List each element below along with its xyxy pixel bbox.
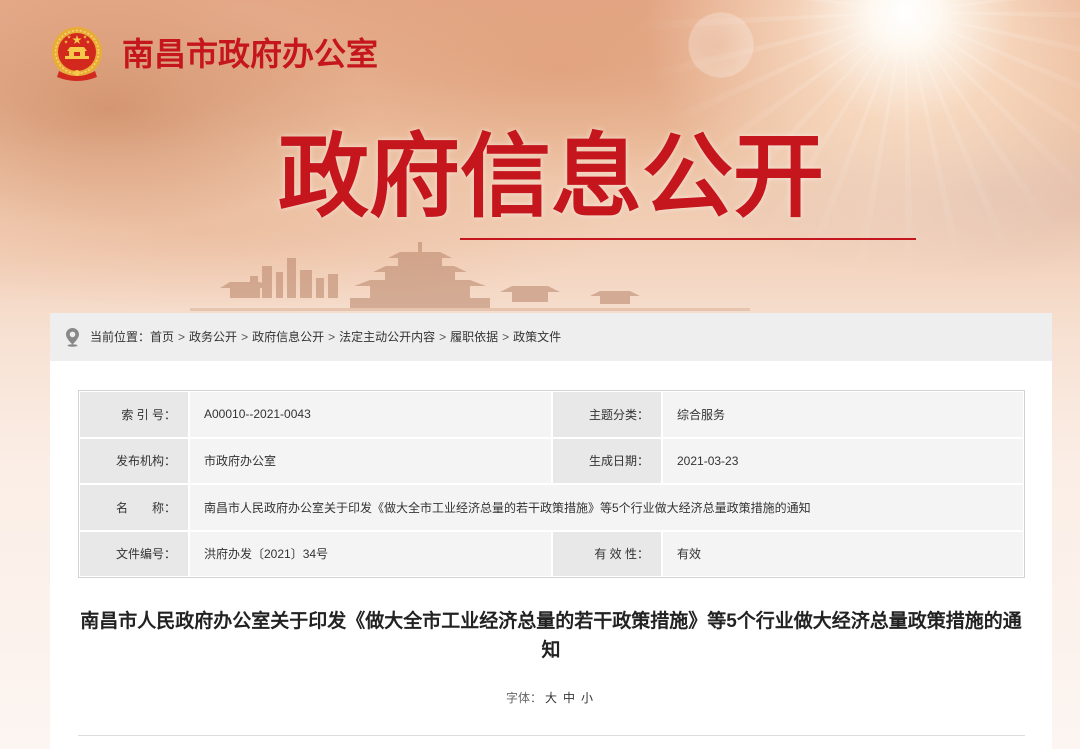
- index-number-label: 索 引 号：: [79, 391, 189, 438]
- publisher-value: 市政府办公室: [189, 437, 552, 484]
- metadata-row: 发布机构： 市政府办公室 生成日期： 2021-03-23: [79, 437, 1024, 484]
- content-panel: 当前位置：首页 > 政务公开 > 政府信息公开 > 法定主动公开内容 > 履职依据 > 政策文件 索…: [50, 313, 1052, 749]
- breadcrumb-separator: >: [328, 330, 336, 344]
- document-number-value: 洪府办发〔2021〕34号: [189, 530, 552, 577]
- breadcrumb-duty-basis[interactable]: 履职依据: [450, 330, 498, 344]
- national-emblem-icon: [52, 27, 102, 81]
- organization-name: 南昌市政府办公室: [122, 36, 379, 72]
- publisher-label: 发布机构：: [79, 437, 189, 484]
- created-date-label: 生成日期：: [552, 437, 662, 484]
- font-size-medium-button[interactable]: 中: [563, 691, 575, 705]
- metadata-row: 文件编号： 洪府办发〔2021〕34号 有 效 性： 有效: [79, 530, 1024, 577]
- lens-flare-decoration: [688, 12, 754, 78]
- article-title: 南昌市人民政府办公室关于印发《做大全市工业经济总量的若干政策措施》等5个行业做大…: [80, 611, 1022, 661]
- breadcrumb-separator: >: [439, 330, 447, 344]
- metadata-grid: 索 引 号： A00010--2021-0043 主题分类： 综合服务 发布机构…: [79, 391, 1024, 577]
- content-divider: [78, 735, 1025, 736]
- document-name-label: 名 称：: [79, 484, 189, 531]
- breadcrumb-info-disclosure[interactable]: 政府信息公开: [252, 330, 324, 344]
- location-pin-icon: [66, 328, 79, 347]
- font-size-large-button[interactable]: 大: [545, 691, 557, 705]
- breadcrumb: 当前位置：首页 > 政务公开 > 政府信息公开 > 法定主动公开内容 > 履职依据 > 政策文件: [50, 313, 1052, 361]
- metadata-row: 索 引 号： A00010--2021-0043 主题分类： 综合服务: [79, 391, 1024, 438]
- breadcrumb-statutory-content[interactable]: 法定主动公开内容: [339, 330, 435, 344]
- breadcrumb-separator: >: [241, 330, 249, 344]
- metadata-row: 名 称： 南昌市人民政府办公室关于印发《做大全市工业经济总量的若干政策措施》等5…: [79, 484, 1024, 531]
- header-logo[interactable]: 南昌市政府办公室: [51, 27, 391, 83]
- index-number-value: A00010--2021-0043: [189, 391, 552, 438]
- created-date-value: 2021-03-23: [662, 437, 1024, 484]
- document-number-label: 文件编号：: [79, 530, 189, 577]
- font-size-switcher: 字体：大中小: [50, 689, 1052, 707]
- breadcrumb-trail: 当前位置：首页 > 政务公开 > 政府信息公开 > 法定主动公开内容 > 履职依据 > 政策文件: [90, 313, 561, 361]
- topic-category-label: 主题分类：: [552, 391, 662, 438]
- breadcrumb-government-affairs[interactable]: 政务公开: [189, 330, 237, 344]
- breadcrumb-home[interactable]: 首页: [150, 330, 174, 344]
- banner-title: 政府信息公开: [278, 127, 825, 228]
- validity-value: 有效: [662, 530, 1024, 577]
- breadcrumb-policy-documents[interactable]: 政策文件: [513, 330, 561, 344]
- pavilion-skyline-illustration: [190, 242, 750, 311]
- topic-category-value: 综合服务: [662, 391, 1024, 438]
- breadcrumb-prefix: 当前位置：: [90, 330, 151, 344]
- document-name-value: 南昌市人民政府办公室关于印发《做大全市工业经济总量的若干政策措施》等5个行业做大…: [189, 484, 1024, 531]
- breadcrumb-separator: >: [502, 330, 510, 344]
- font-size-label: 字体：: [505, 691, 542, 705]
- validity-label: 有 效 性：: [552, 530, 662, 577]
- metadata-table: 索 引 号： A00010--2021-0043 主题分类： 综合服务 发布机构…: [78, 390, 1025, 578]
- breadcrumb-separator: >: [178, 330, 186, 344]
- font-size-small-button[interactable]: 小: [581, 691, 593, 705]
